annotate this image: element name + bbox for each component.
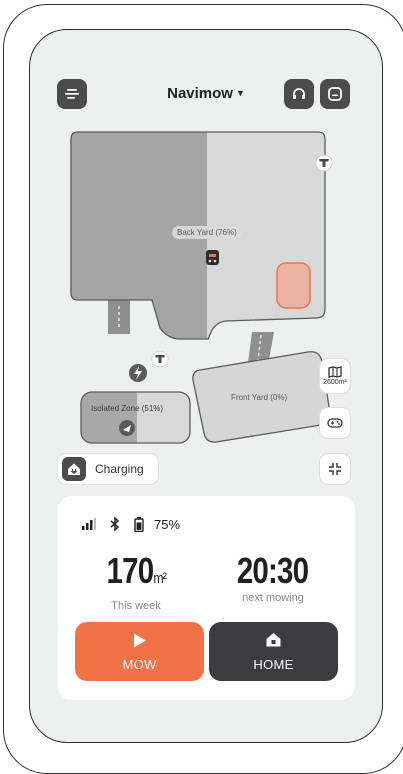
status-bar: 75% — [82, 516, 180, 532]
no-go-zone[interactable] — [276, 262, 311, 309]
zone-label-back-yard: Back Yard (76%) — [172, 226, 242, 239]
gamepad-icon — [327, 418, 343, 428]
battery-icon — [134, 516, 144, 532]
charger-marker-right — [315, 154, 333, 172]
play-icon — [134, 633, 146, 648]
signal-icon — [82, 518, 96, 530]
map-area-button[interactable]: 2600m² — [320, 359, 350, 393]
battery-level: 75% — [154, 516, 181, 532]
status-label: Charging — [95, 462, 144, 476]
next-mowing-stat: 20:30 next mowing — [208, 550, 338, 605]
bluetooth-icon — [110, 517, 120, 531]
zone-label-front-yard: Front Yard (0%) — [231, 393, 288, 402]
collapse-icon — [329, 463, 341, 475]
next-mowing-caption: next mowing — [242, 592, 304, 604]
charging-icon — [129, 364, 147, 382]
remote-control-button[interactable] — [320, 408, 350, 438]
mowed-value: 170 — [106, 550, 154, 591]
mowed-caption: This week — [111, 600, 161, 612]
mowed-unit: m² — [153, 570, 167, 587]
zone-label-isolated: Isolated Zone (51%) — [91, 404, 164, 413]
mow-button[interactable]: MOW — [75, 622, 204, 681]
path-back-yard-left — [108, 300, 130, 334]
map-icon — [328, 366, 342, 378]
home-button[interactable]: HOME — [209, 622, 338, 681]
home-label: HOME — [253, 657, 294, 672]
mowed-stat: 170m² This week — [71, 550, 201, 613]
next-mowing-time: 20:30 — [237, 550, 309, 591]
collapse-map-button[interactable] — [320, 454, 350, 484]
isolated-zone[interactable] — [80, 390, 192, 445]
home-icon — [266, 633, 281, 647]
control-panel: 75% 170m² This week 20:30 next mowing MO… — [58, 496, 355, 700]
mower-isolated-icon — [119, 420, 135, 436]
mower-icon — [206, 250, 219, 265]
charger-marker-left — [151, 350, 169, 368]
battery-indicator: 75% — [134, 516, 181, 532]
status-pill: Charging — [58, 454, 158, 484]
mow-label: MOW — [122, 657, 157, 672]
phone-screen: Navimow ▼ Back Yard (76%) Front Yard (0%… — [29, 29, 383, 743]
area-badge: 2600m² — [323, 379, 347, 386]
home-charging-icon — [62, 457, 86, 481]
